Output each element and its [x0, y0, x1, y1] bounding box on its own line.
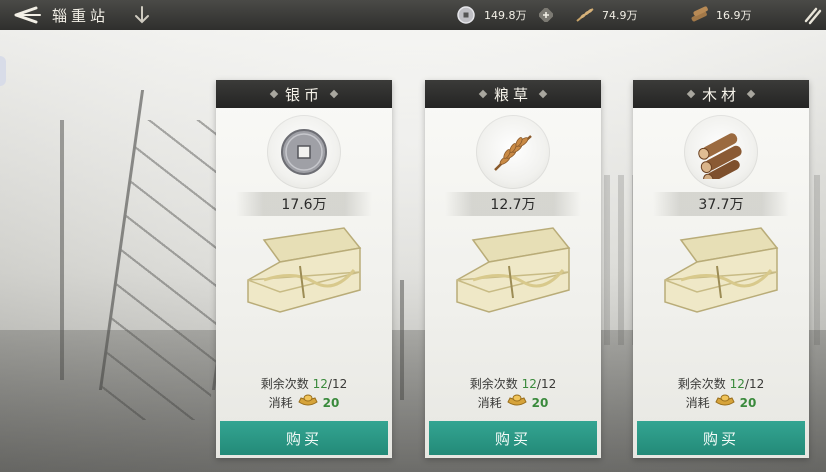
cost-row: 消耗 20: [633, 393, 809, 412]
grain-icon: [476, 115, 550, 189]
wood-icon: [684, 115, 758, 189]
silver-coin-icon: [267, 115, 341, 189]
wood-icon: [688, 5, 710, 25]
treasure-chest-icon: [234, 220, 374, 340]
cost-row: 消耗 20: [216, 393, 392, 412]
buy-button[interactable]: 购买: [637, 421, 805, 455]
treasure-chest-icon: [651, 220, 791, 340]
gold-ingot-icon: [297, 393, 319, 412]
reward-amount: 17.6万: [236, 192, 372, 216]
reward-amount: 12.7万: [445, 192, 581, 216]
resource-coin-value: 149.8万: [484, 9, 527, 22]
remaining-count: 剩余次数 12/12: [677, 377, 765, 391]
menu-icon[interactable]: [800, 3, 824, 27]
shop-card-wood: 木材 37.7万 剩余次数 12/12 消耗 20 购买: [633, 80, 809, 458]
shop-card-grain: 粮草 12.7万 剩余次数 12/12 消耗 20 购买: [425, 80, 601, 458]
side-tab[interactable]: [0, 56, 6, 86]
cost-row: 消耗 20: [425, 393, 601, 412]
top-bar: 辎重站 149.8万 74.9万 16.9万: [0, 0, 826, 30]
card-title: 木材: [701, 85, 740, 104]
back-arrow-icon[interactable]: [6, 3, 42, 27]
shop-card-silver: 银币 17.6万 剩余次数 12/12 消耗 20 购买: [216, 80, 392, 458]
treasure-chest-icon: [443, 220, 583, 340]
page-title: 辎重站: [52, 7, 110, 25]
resource-wood: 16.9万: [688, 5, 752, 25]
card-header: 银币: [216, 80, 392, 108]
resource-grain-value: 74.9万: [602, 9, 638, 22]
resource-wood-value: 16.9万: [716, 9, 752, 22]
silver-coin-icon: [456, 5, 478, 25]
buy-button[interactable]: 购买: [220, 421, 388, 455]
add-coin-button[interactable]: [537, 6, 555, 24]
buy-button[interactable]: 购买: [429, 421, 597, 455]
resource-coin: 149.8万: [456, 5, 527, 25]
grain-icon: [574, 5, 596, 25]
card-header: 木材: [633, 80, 809, 108]
card-header: 粮草: [425, 80, 601, 108]
remaining-count: 剩余次数 12/12: [469, 377, 557, 391]
card-title: 银币: [284, 85, 323, 104]
chevron-down-icon[interactable]: [132, 5, 152, 25]
resource-grain: 74.9万: [574, 5, 638, 25]
remaining-count: 剩余次数 12/12: [260, 377, 348, 391]
reward-amount: 37.7万: [653, 192, 789, 216]
gold-ingot-icon: [714, 393, 736, 412]
gold-ingot-icon: [506, 393, 528, 412]
card-title: 粮草: [493, 85, 532, 104]
